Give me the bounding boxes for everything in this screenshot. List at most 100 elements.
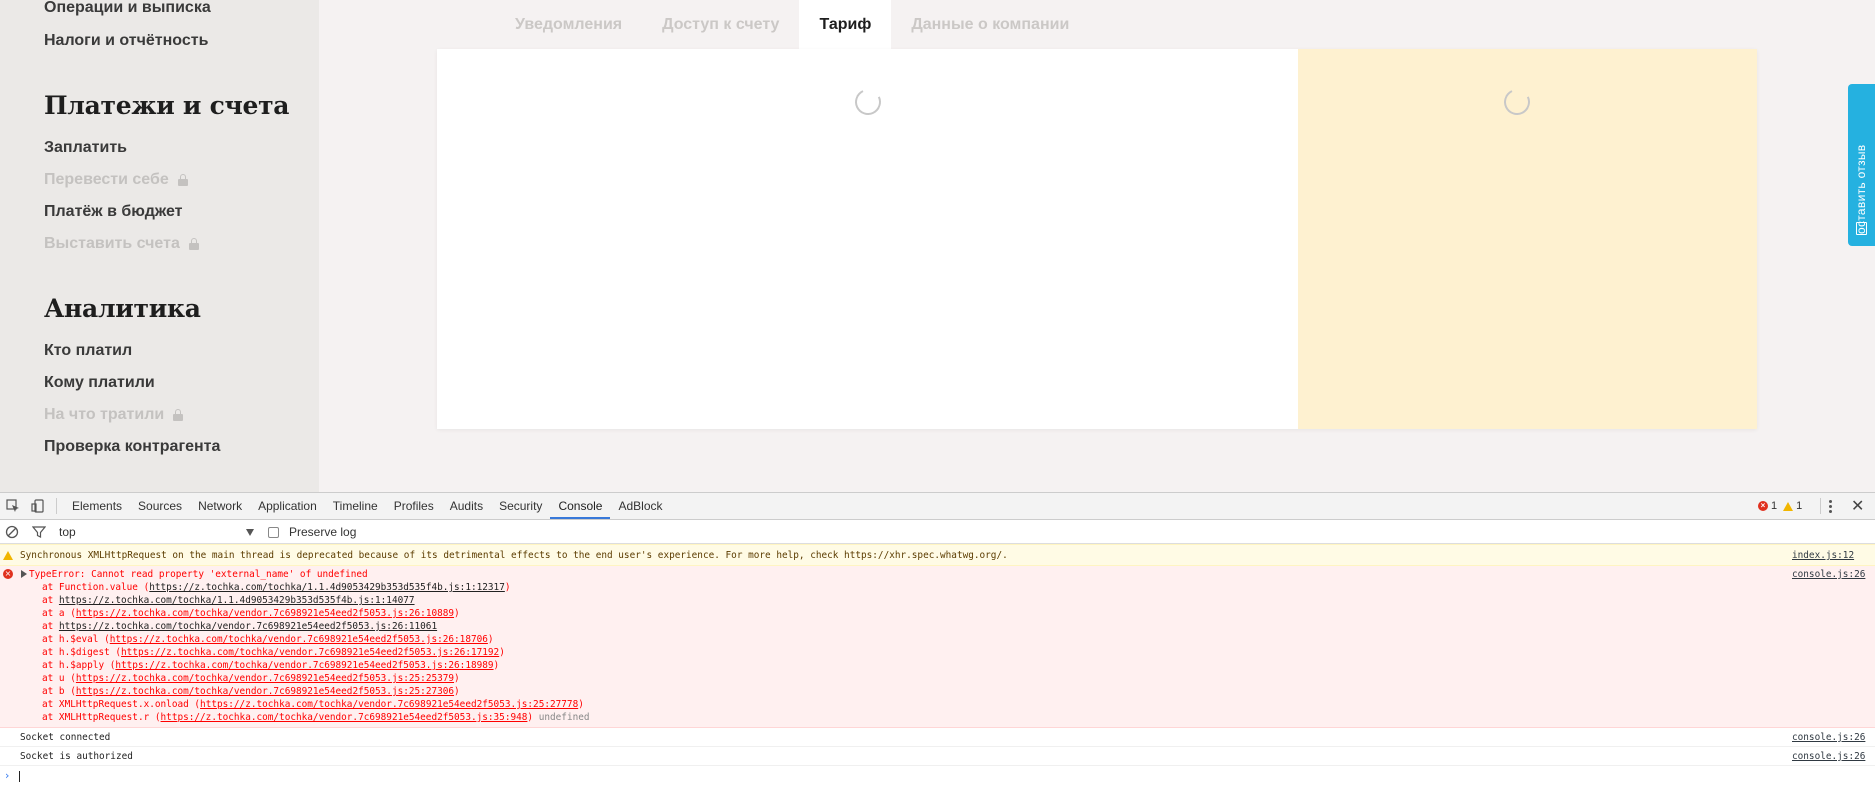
stack-frame: at XMLHttpRequest.x.onload (https://z.to… [42,699,584,710]
error-icon: × [1758,501,1768,511]
sidebar-item-budget-payment[interactable]: Платёж в бюджет [44,203,183,221]
tariff-card-side-panel [1298,49,1757,429]
toolbar-divider [56,498,57,514]
tab-company-data[interactable]: Данные о компании [891,0,1089,50]
console-prompt[interactable]: › [0,766,1875,786]
stack-frame-prefix: at Function.value ( [42,582,150,593]
stack-frame-link[interactable]: https://z.tochka.com/tochka/vendor.7c698… [200,699,578,710]
log-text: Socket is authorized [20,751,133,762]
stack-frame: at b (https://z.tochka.com/tochka/vendor… [42,686,460,697]
console-log-message: Socket is authorized console.js:26 [0,747,1875,766]
devtools-panel: Elements Sources Network Application Tim… [0,492,1875,809]
sidebar-item-label: Налоги и отчётность [44,32,209,49]
console-messages: Synchronous XMLHttpRequest on the main t… [0,544,1875,786]
stack-frame: at h.$apply (https://z.tochka.com/tochka… [42,660,499,671]
tariff-card [437,49,1757,429]
tab-network[interactable]: Network [190,493,250,519]
stack-frame-link[interactable]: https://z.tochka.com/tochka/vendor.7c698… [59,621,437,632]
source-link[interactable]: console.js:26 [1792,732,1865,743]
stack-frame: at XMLHttpRequest.r (https://z.tochka.co… [42,712,590,723]
feedback-label: оставить отзыв [1854,144,1868,234]
stack-frame-link[interactable]: https://z.tochka.com/tochka/1.1.4d905342… [149,582,505,593]
lock-icon [188,238,199,250]
source-link[interactable]: console.js:26 [1792,751,1865,762]
tab-notifications[interactable]: Уведомления [495,0,642,50]
error-count: 1 [1771,500,1778,512]
prompt-chevron-icon: › [5,769,10,782]
source-link[interactable]: index.js:12 [1792,550,1854,561]
stack-frame-prefix: at XMLHttpRequest.x.onload ( [42,699,201,710]
inspect-element-icon[interactable] [6,499,20,513]
feedback-icon [1856,222,1867,235]
sidebar-item-taxes[interactable]: Налоги и отчётность [44,32,208,50]
tab-elements[interactable]: Elements [64,493,130,519]
stack-frame-prefix: at u ( [42,673,76,684]
stack-frame-suffix: ) [578,699,584,710]
stack-frame-link[interactable]: https://z.tochka.com/tochka/vendor.7c698… [121,647,499,658]
stack-frame-link[interactable]: https://z.tochka.com/tochka/vendor.7c698… [161,712,528,723]
sidebar-item-who-paid[interactable]: Кто платил [44,342,132,360]
feedback-tab[interactable]: оставить отзыв [1848,84,1875,246]
section-heading-payments: Платежи и счета [44,91,290,120]
loading-spinner-icon [1500,85,1534,119]
tab-audits[interactable]: Audits [442,493,491,519]
stack-frame-link[interactable]: https://z.tochka.com/tochka/vendor.7c698… [76,673,454,684]
warning-icon [1783,501,1794,511]
stack-frame-suffix: ) [527,712,534,723]
sidebar-item-label: Кто платил [44,342,133,359]
clear-console-icon[interactable] [5,525,19,539]
stack-frame-link[interactable]: https://z.tochka.com/tochka/vendor.7c698… [76,608,454,619]
stack-frame-prefix: at h.$apply ( [42,660,116,671]
tab-adblock[interactable]: AdBlock [610,493,670,519]
sidebar-item-label: Операции и выписка [44,0,211,16]
tab-console[interactable]: Console [550,493,611,519]
source-link[interactable]: console.js:26 [1792,569,1865,580]
sidebar-item-label: Заплатить [44,139,127,156]
warning-icon [3,551,13,560]
sidebar-item-label: Платёж в бюджет [44,203,183,220]
text-cursor [19,771,20,782]
stack-frame-prefix: at b ( [42,686,76,697]
stack-frame-link[interactable]: https://z.tochka.com/tochka/vendor.7c698… [110,634,488,645]
preserve-log-toggle[interactable]: Preserve log [268,525,356,539]
sidebar-item-paid-to[interactable]: Кому платили [44,374,155,392]
sidebar-item-operations[interactable]: Операции и выписка [44,0,211,17]
console-filter-bar: top Preserve log [0,520,1875,544]
toolbar-divider [1820,498,1821,514]
sidebar-item-label: Выставить счета [44,235,180,252]
more-options-icon[interactable] [1829,500,1832,513]
stack-frame-link[interactable]: https://z.tochka.com/tochka/vendor.7c698… [76,686,454,697]
issue-counters[interactable]: × 1 1 [1758,500,1802,512]
sidebar-item-counterparty-check[interactable]: Проверка контрагента [44,438,220,456]
tab-timeline[interactable]: Timeline [325,493,386,519]
tab-tariff[interactable]: Тариф [799,0,892,50]
chevron-down-icon [246,529,254,536]
lock-icon [173,409,184,421]
return-value: undefined [538,712,590,723]
stack-frame: at https://z.tochka.com/tochka/1.1.4d905… [42,595,415,606]
stack-frame-suffix: ) [487,634,494,645]
preserve-log-checkbox[interactable] [268,526,279,538]
tab-profiles[interactable]: Profiles [386,493,442,519]
sidebar: Операции и выписка Налоги и отчётность П… [0,0,319,492]
filter-icon[interactable] [32,525,46,539]
sidebar-item-spent-on: На что тратили [44,406,184,424]
stack-frame: at https://z.tochka.com/tochka/vendor.7c… [42,621,437,632]
stack-frame-suffix: ) [499,647,505,658]
stack-frame-link[interactable]: https://z.tochka.com/tochka/1.1.4d905342… [59,595,415,606]
expand-triangle-icon[interactable] [21,570,27,578]
tab-application[interactable]: Application [250,493,325,519]
tab-security[interactable]: Security [491,493,550,519]
stack-frame-link[interactable]: https://z.tochka.com/tochka/vendor.7c698… [115,660,493,671]
stack-frame: at Function.value (https://z.tochka.com/… [42,582,511,593]
tab-sources[interactable]: Sources [130,493,190,519]
device-toolbar-icon[interactable] [31,499,45,513]
loading-spinner-icon [851,85,885,119]
sidebar-item-pay[interactable]: Заплатить [44,139,127,157]
settings-tabs: Уведомления Доступ к счету Тариф Данные … [495,0,1089,50]
context-select[interactable]: top [59,525,255,539]
stack-frame-suffix: ) [504,582,511,593]
close-icon[interactable]: ✕ [1851,496,1864,516]
tab-account-access[interactable]: Доступ к счету [642,0,799,50]
stack-frame: at h.$eval (https://z.tochka.com/tochka/… [42,634,494,645]
